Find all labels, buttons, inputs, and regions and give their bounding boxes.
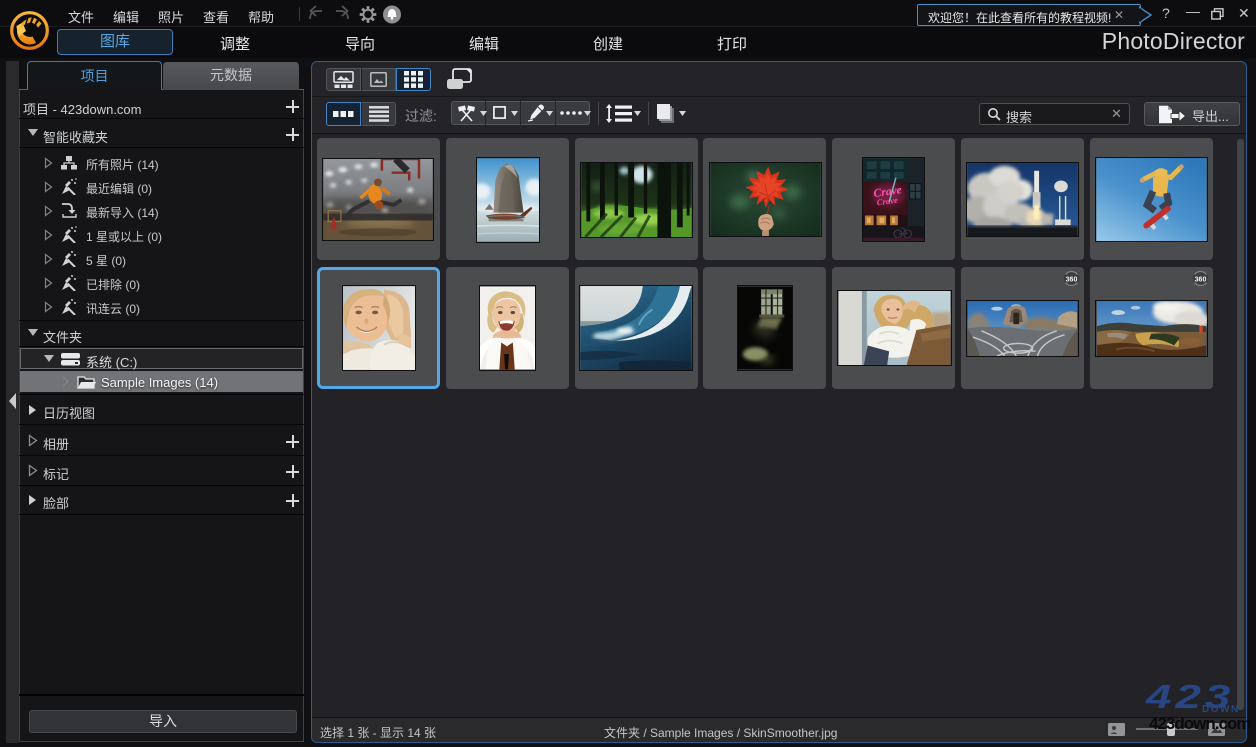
svg-text:360: 360 — [1066, 276, 1078, 283]
svg-text:360: 360 — [1195, 276, 1207, 283]
